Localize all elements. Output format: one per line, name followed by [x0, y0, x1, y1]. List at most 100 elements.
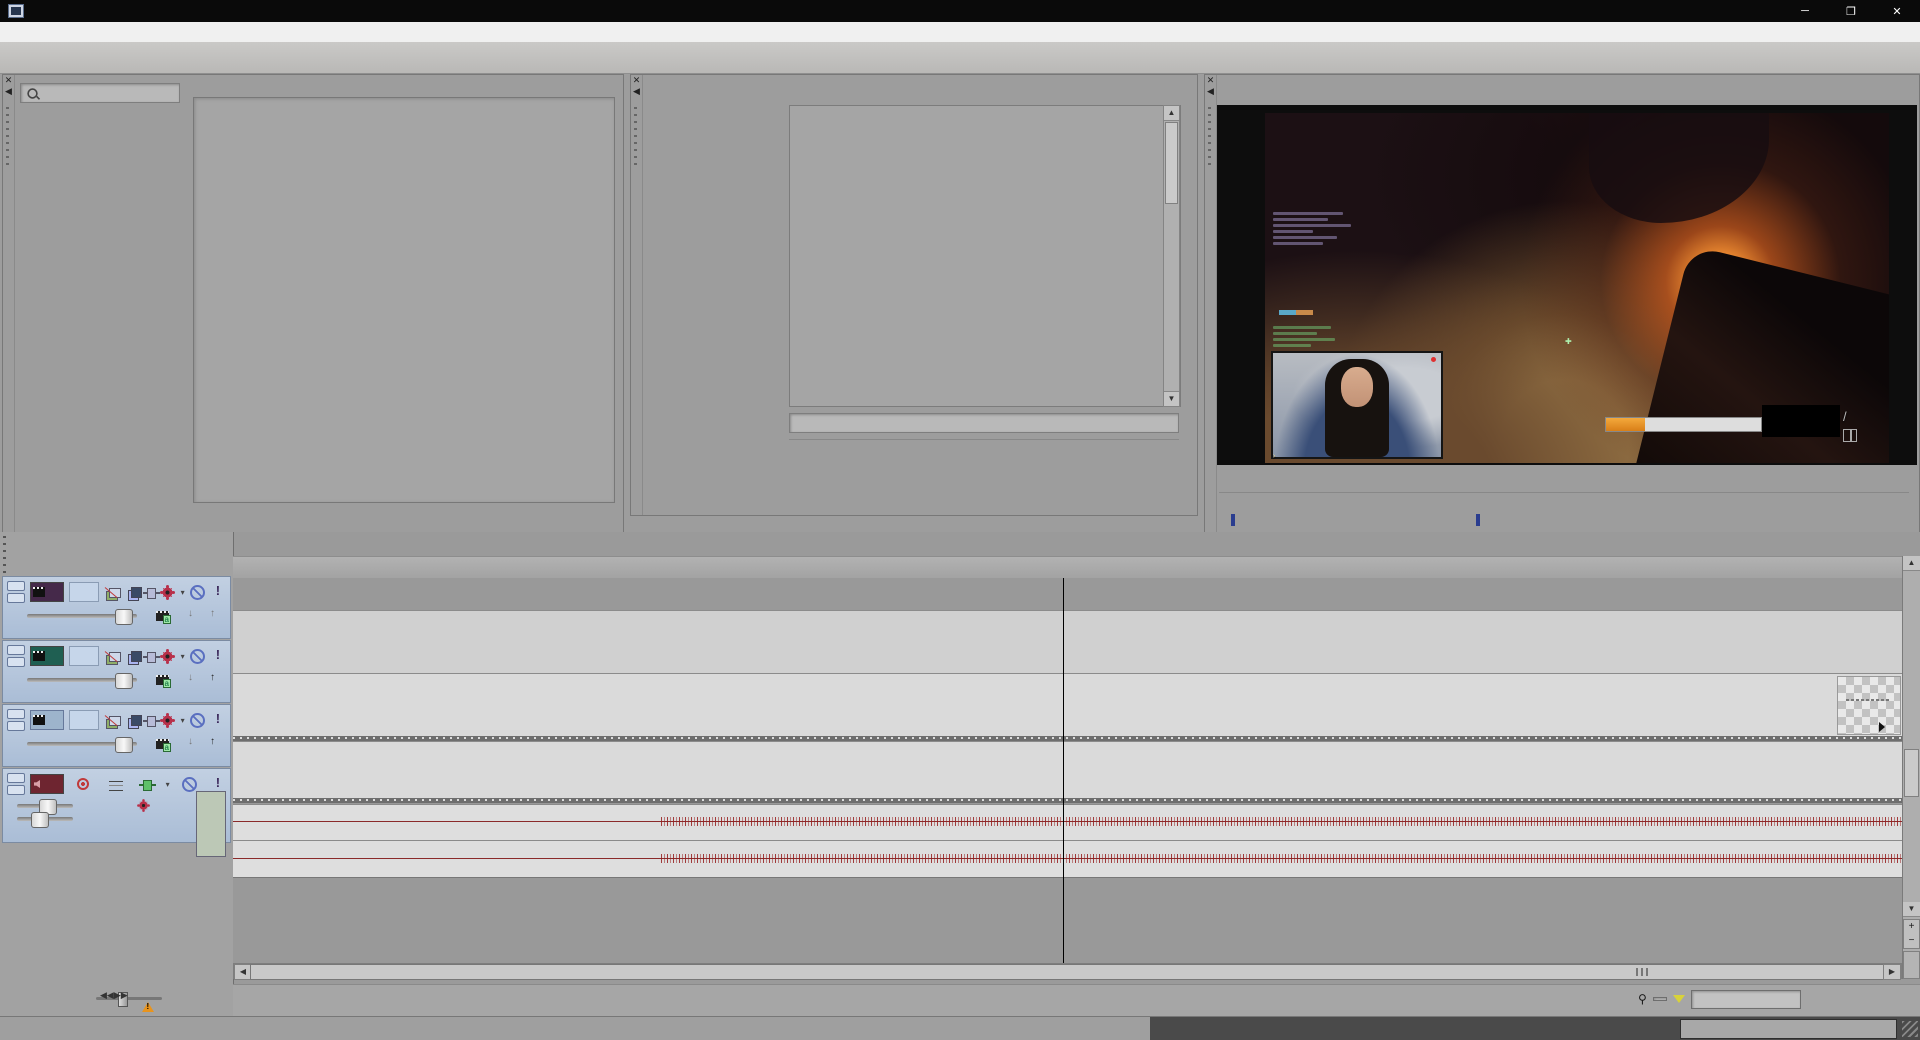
scroll-thumb[interactable] [1904, 749, 1919, 797]
make-parent-icon[interactable]: ↑ [210, 608, 226, 624]
automation-settings-icon[interactable] [156, 739, 171, 752]
track-header-2[interactable]: ▾ ! ↓ ↑ [2, 640, 231, 703]
scroll-up-icon[interactable]: ▲ [1903, 556, 1920, 571]
track-minmax-buttons[interactable] [7, 773, 25, 795]
track-fx-icon[interactable] [143, 716, 161, 727]
make-child-icon[interactable]: ↓ [188, 736, 204, 752]
compositing-gear-icon[interactable] [161, 649, 175, 663]
pan-crop-icon[interactable] [131, 587, 142, 598]
horizontal-scrollbar[interactable]: ◀ ▶ [233, 963, 1902, 980]
chevron-down-icon[interactable]: ▾ [166, 780, 170, 789]
selection-length-field[interactable] [1690, 989, 1801, 1009]
close-icon[interactable]: ✕ [631, 75, 642, 86]
automation-settings-icon[interactable] [156, 675, 171, 688]
make-parent-icon[interactable]: ↑ [210, 736, 226, 752]
track-name-field[interactable] [69, 710, 99, 730]
pin-icon[interactable]: ◀ [3, 86, 14, 97]
preset-area[interactable] [193, 97, 615, 503]
chevron-down-icon[interactable]: ▾ [181, 652, 185, 661]
audio-fx-icon[interactable] [139, 780, 157, 791]
composite-level-slider[interactable] [27, 609, 137, 625]
close-icon[interactable]: ✕ [1205, 75, 1216, 86]
timeline-grip[interactable] [3, 536, 6, 576]
maximize-button[interactable]: ❐ [1828, 0, 1874, 22]
track-motion-icon[interactable] [109, 715, 121, 726]
automation-settings-icon[interactable] [156, 611, 171, 624]
track-number-badge[interactable] [30, 582, 64, 602]
scroll-right-icon[interactable]: ▶ [1883, 964, 1901, 980]
time-ruler[interactable] [233, 556, 1902, 580]
mute-icon[interactable] [189, 584, 205, 600]
resize-grip[interactable] [1902, 1021, 1918, 1037]
scroll-up-icon[interactable]: ▲ [1164, 106, 1179, 121]
composite-level-slider[interactable] [27, 673, 137, 689]
track-content-area[interactable] [233, 578, 1902, 978]
solo-icon[interactable]: ! [210, 712, 226, 728]
pin-icon[interactable]: ◀ [631, 86, 642, 97]
scroll-down-icon[interactable]: ▼ [1903, 902, 1920, 917]
solo-icon[interactable]: ! [210, 776, 226, 792]
solo-icon[interactable]: ! [210, 584, 226, 600]
track-motion-icon[interactable] [109, 651, 121, 662]
pin-icon[interactable]: ◀ [1205, 86, 1216, 97]
composite-level-slider[interactable] [27, 737, 137, 753]
pan-crop-icon[interactable] [131, 715, 142, 726]
track-header-4[interactable]: ▾ ! ▾ [2, 768, 231, 857]
down-triangle-icon[interactable] [1672, 995, 1685, 1009]
volume-slider[interactable] [17, 798, 73, 815]
track-minmax-buttons[interactable] [7, 581, 25, 603]
chevron-down-icon[interactable]: ▾ [181, 716, 185, 725]
mute-icon[interactable] [182, 776, 198, 792]
compositing-gear-icon[interactable] [161, 585, 175, 599]
track-3-event[interactable] [233, 741, 1902, 800]
compositing-gear-icon[interactable] [161, 713, 175, 727]
waveform-view-icon[interactable] [108, 780, 123, 791]
track-minmax-buttons[interactable] [7, 645, 25, 667]
track-minmax-buttons[interactable] [7, 709, 25, 731]
zoom-edit-corner[interactable] [1903, 951, 1920, 979]
track-number-badge[interactable] [30, 710, 64, 730]
make-child-icon[interactable]: ↓ [188, 672, 204, 688]
track-fx-icon[interactable] [143, 652, 161, 663]
track-fx-icon[interactable] [143, 588, 161, 599]
panel-grip[interactable]: ✕ ◀ [1205, 75, 1217, 533]
mute-icon[interactable] [189, 712, 205, 728]
track-motion-icon[interactable] [109, 587, 121, 598]
track-number-badge[interactable] [30, 646, 64, 666]
minimize-button[interactable]: ─ [1782, 0, 1828, 22]
track-name-field[interactable] [69, 646, 99, 666]
pushpin-icon[interactable]: ⚲ [1638, 992, 1647, 1006]
close-button[interactable]: ✕ [1874, 0, 1920, 22]
track-header-1[interactable]: ▾ ! ↓ ↑ [2, 576, 231, 639]
track-number-badge[interactable] [30, 774, 64, 794]
media-list-scrollbar[interactable]: ▲ ▼ [1163, 105, 1180, 407]
chevron-down-icon[interactable]: ▾ [181, 588, 185, 597]
mute-icon[interactable] [189, 648, 205, 664]
tags-input[interactable] [789, 413, 1179, 433]
scroll-thumb[interactable] [1165, 122, 1178, 204]
solo-icon[interactable]: ! [210, 648, 226, 664]
cursor-time-field[interactable] [1652, 997, 1667, 1001]
close-icon[interactable]: ✕ [3, 75, 14, 86]
plugin-search-input[interactable] [20, 83, 180, 103]
make-parent-icon[interactable]: ↑ [210, 672, 226, 688]
scroll-thumb[interactable] [250, 964, 1887, 980]
text-media-event[interactable] [1837, 676, 1901, 735]
warning-icon[interactable] [142, 996, 154, 1012]
zoom-in-icon[interactable]: + − [1903, 919, 1920, 949]
make-child-icon[interactable]: ↓ [188, 608, 204, 624]
track-header-3[interactable]: ▾ ! ↓ ↑ [2, 704, 231, 767]
pan-slider[interactable] [17, 812, 73, 828]
panel-grip[interactable]: ✕ ◀ [631, 75, 643, 515]
track-name-field[interactable] [69, 582, 99, 602]
playhead-line[interactable] [1063, 578, 1064, 978]
vertical-scrollbar[interactable]: ▲ ▼ + − [1902, 556, 1920, 979]
panel-grip[interactable]: ✕ ◀ [3, 75, 15, 533]
scroll-down-icon[interactable]: ▼ [1164, 391, 1179, 406]
automation-gear-icon[interactable] [138, 799, 150, 812]
track-1-row[interactable] [233, 610, 1902, 674]
rate-arrows-icon: ◀◀▶▶ [100, 990, 128, 1000]
track-2-event[interactable] [233, 673, 1902, 737]
arm-record-icon[interactable] [76, 778, 89, 790]
pan-crop-icon[interactable] [131, 651, 142, 662]
